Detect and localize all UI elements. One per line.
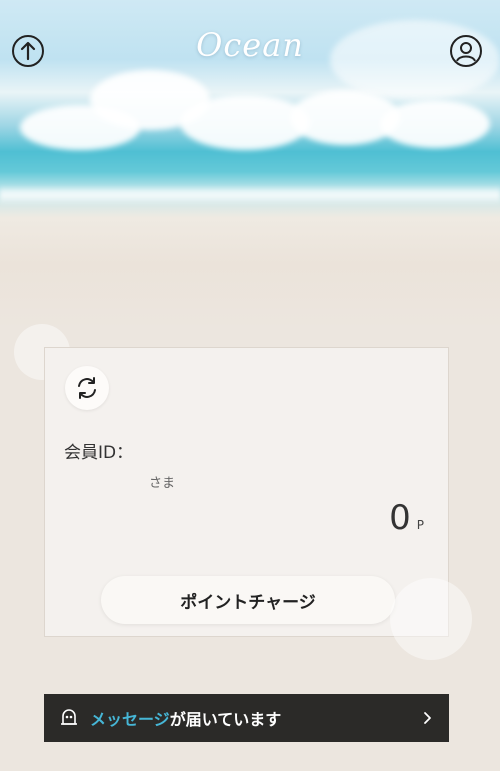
app-logo: Ocean [196,26,304,64]
user-circle-icon [450,35,482,67]
mailbox-icon [58,707,80,729]
profile-button[interactable] [449,34,483,68]
message-rest: が届いています [169,710,282,729]
message-notification-bar[interactable]: メッセージが届いています [44,694,449,742]
decorative-circle [390,578,472,660]
refresh-icon [78,377,96,399]
point-charge-button[interactable]: ポイントチャージ [101,576,395,624]
points-display: 0 P [389,498,424,538]
refresh-button[interactable] [65,366,109,410]
member-id-label: 会員ID： [64,443,134,463]
message-notification-text: メッセージが届いています [90,706,419,730]
message-highlight: メッセージ [90,710,170,729]
points-value: 0 [389,498,411,538]
chevron-right-icon [419,710,435,726]
honorific-label: さま [149,476,176,491]
points-unit: P [416,518,424,532]
member-card: 会員ID： さま 0 P ポイントチャージ [44,347,449,637]
